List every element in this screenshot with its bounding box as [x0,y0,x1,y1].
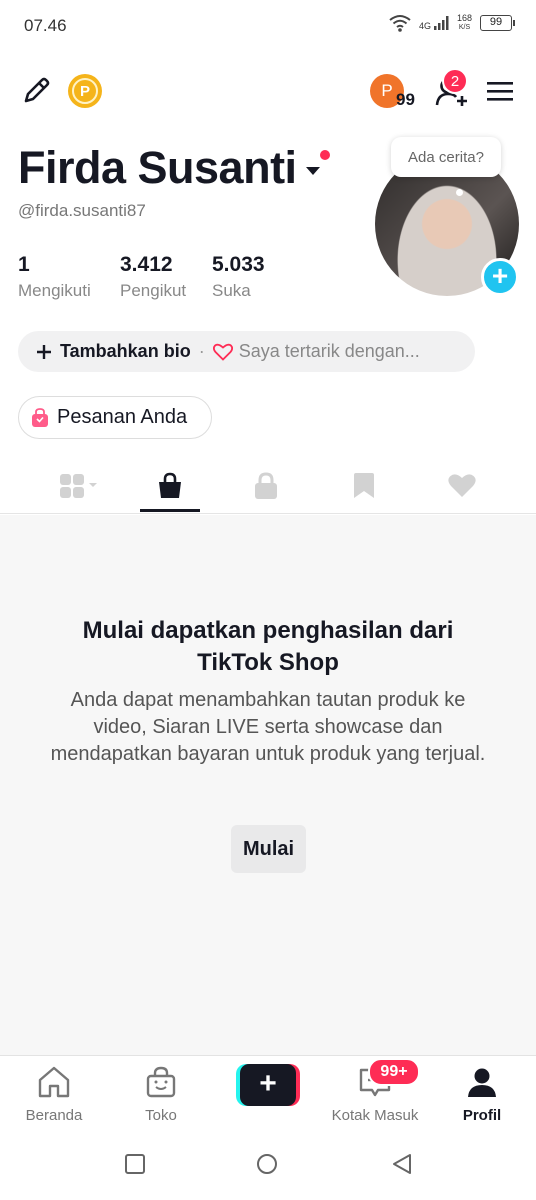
home-icon [38,1066,70,1098]
wifi-icon [389,15,411,32]
start-button[interactable]: Mulai [231,825,306,873]
nav-inbox-label: Kotak Masuk [331,1107,419,1124]
plus-icon [37,344,51,359]
shop-title: Mulai dapatkan penghasilan dari TikTok S… [82,617,454,676]
inbox-badge: 99+ [368,1058,420,1086]
signal-indicator: 4G [419,15,449,31]
heart-outline-icon [212,343,233,361]
system-nav-bar [0,1131,536,1200]
profile-stats: 1 Mengikuti 3.412 Pengikut 5.033 Suka [18,253,283,301]
stat-likes-value: 5.033 [212,253,265,276]
story-bubble-dot [456,189,463,196]
add-story-button[interactable]: + [481,258,519,296]
battery-icon: 99 [480,15,515,31]
profile-name-row[interactable]: Firda Susanti [18,142,321,194]
network-type: 4G [418,21,431,31]
status-icons: 4G 168 K/S 99 [389,14,515,32]
speed-value: 168 [456,13,472,23]
heart-icon [448,474,476,497]
coin-letter: P [72,78,98,104]
signal-icon [433,16,449,30]
stat-likes[interactable]: 5.033 Suka [212,253,265,301]
stat-following[interactable]: 1 Mengikuti [18,253,102,301]
stat-following-value: 1 [18,253,30,276]
shopping-bag-icon [159,472,181,498]
header-right: P 99 2 [370,68,514,110]
bio-pill[interactable]: Tambahkan bio · Saya tertarik dengan... [18,331,475,372]
back-icon[interactable] [391,1153,413,1175]
status-bar: 07.46 4G 168 K/S 99 [0,0,536,54]
speed-unit: K/S [458,24,471,31]
pencil-icon[interactable] [20,75,52,107]
nav-shop[interactable]: Toko [111,1066,211,1124]
add-bio-label[interactable]: Tambahkan bio [60,341,191,362]
tab-private[interactable] [236,468,296,504]
plus-icon: + [240,1064,296,1106]
nav-home-label: Beranda [25,1107,83,1124]
profile-tabs [0,458,536,514]
menu-icon[interactable] [486,79,514,103]
username: @firda.susanti87 [18,201,146,220]
stat-followers-label: Pengikut [120,281,187,300]
nav-shop-label: Toko [145,1107,177,1124]
stat-likes-label: Suka [212,281,251,300]
orders-label: Pesanan Anda [57,406,188,428]
status-time: 07.46 [24,16,67,35]
add-friend-button[interactable]: 2 [434,68,470,109]
coin-icon[interactable]: P [68,74,102,108]
recent-apps-icon[interactable] [124,1153,146,1175]
shop-description: Anda dapat menambahkan tautan produk ke … [50,689,486,765]
tab-saved[interactable] [334,468,394,504]
create-button[interactable]: + [236,1064,300,1106]
stat-followers-value: 3.412 [120,253,173,276]
lock-icon [255,472,277,499]
orders-button[interactable]: Pesanan Anda [18,396,212,439]
tab-videos[interactable] [50,468,110,504]
bio-separator: · [198,341,205,361]
header-left: P [20,74,102,108]
nav-profile-label: Profil [462,1107,502,1124]
nav-home[interactable]: Beranda [4,1066,104,1124]
bookmark-icon [354,473,374,498]
tab-shop[interactable] [140,468,200,504]
shop-empty-state: Mulai dapatkan penghasilan dari TikTok S… [0,515,536,1055]
network-speed: 168 K/S [457,14,472,32]
caret-down-icon [305,167,320,175]
stat-following-label: Mengikuti [18,281,91,300]
friend-request-badge: 2 [442,68,468,94]
shopping-bag-icon [32,407,48,427]
tab-liked[interactable] [432,468,492,504]
active-tab-indicator [140,509,200,512]
profile-name: Firda Susanti [18,142,297,193]
points-count: 99 [396,90,415,109]
bottom-nav: Beranda Toko + Kotak Masuk 99+ Profil [0,1055,536,1131]
nav-profile[interactable]: Profil [432,1066,532,1124]
notification-dot [320,150,330,160]
home-circle-icon[interactable] [256,1153,278,1175]
interest-label[interactable]: Saya tertarik dengan... [239,341,420,362]
grid-icon [60,474,97,498]
stat-followers[interactable]: 3.412 Pengikut [120,253,194,301]
story-prompt-bubble[interactable]: Ada cerita? [391,137,501,177]
points-button[interactable]: P 99 [370,72,418,110]
shop-bag-icon [146,1066,176,1098]
profile-icon [468,1068,496,1097]
